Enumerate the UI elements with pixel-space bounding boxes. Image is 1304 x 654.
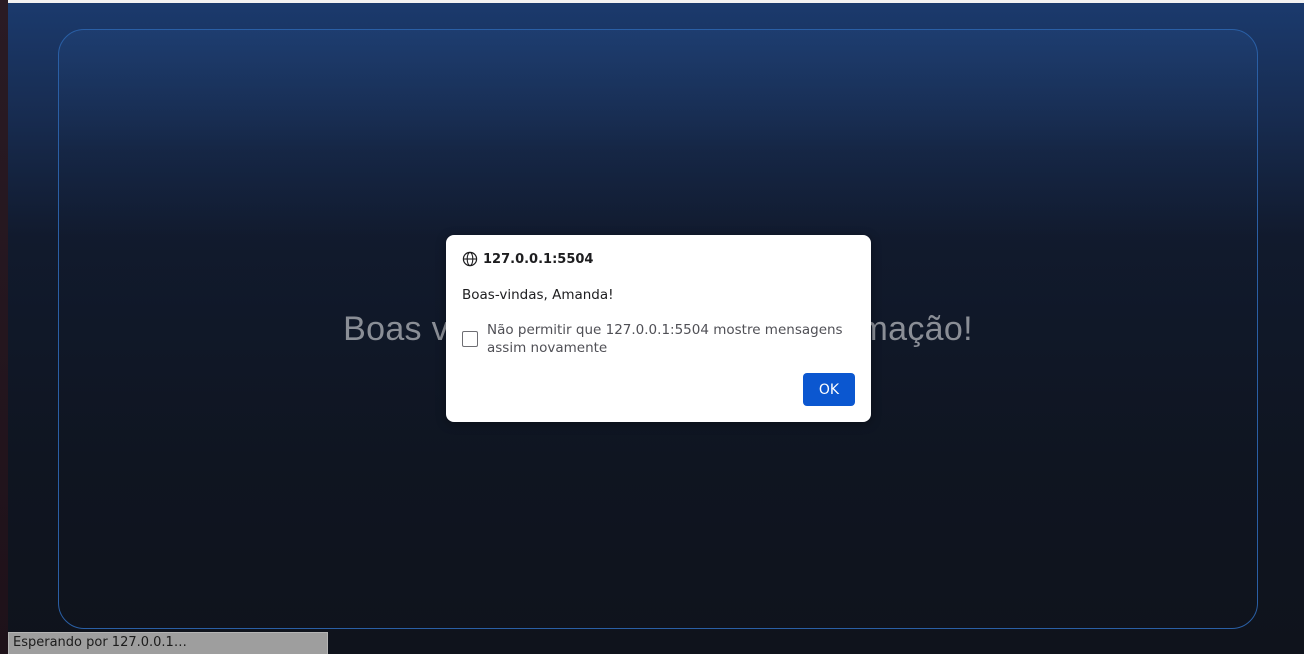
window-edge — [0, 0, 8, 654]
dialog-origin: 127.0.0.1:5504 — [483, 251, 594, 267]
suppress-messages-row[interactable]: Não permitir que 127.0.0.1:5504 mostre m… — [462, 321, 852, 357]
ok-button[interactable]: OK — [803, 373, 855, 406]
dialog-header: 127.0.0.1:5504 — [462, 251, 593, 267]
suppress-messages-label[interactable]: Não permitir que 127.0.0.1:5504 mostre m… — [487, 321, 852, 357]
suppress-messages-checkbox[interactable] — [462, 331, 478, 347]
status-bar: Esperando por 127.0.0.1… — [8, 632, 328, 654]
globe-icon — [462, 251, 478, 267]
alert-dialog: 127.0.0.1:5504 Boas-vindas, Amanda! Não … — [446, 235, 871, 422]
dialog-message: Boas-vindas, Amanda! — [462, 287, 614, 303]
